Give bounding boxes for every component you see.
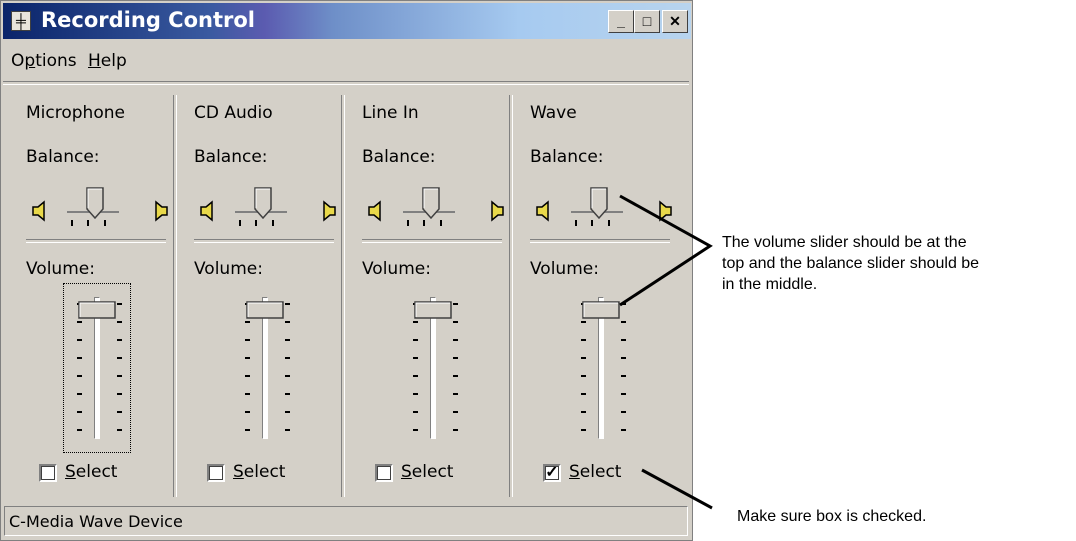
slider-callout-line: [619, 194, 713, 307]
slider-note-line: The volume slider should be at the: [722, 234, 967, 251]
slider-note-line: in the middle.: [722, 276, 818, 293]
checkbox-note: Make sure box is checked.: [737, 508, 927, 525]
slider-note-line: top and the balance slider should be: [722, 255, 980, 272]
checkbox-callout-line: [641, 468, 713, 510]
slider-note: The volume slider should be at the top a…: [722, 232, 979, 295]
